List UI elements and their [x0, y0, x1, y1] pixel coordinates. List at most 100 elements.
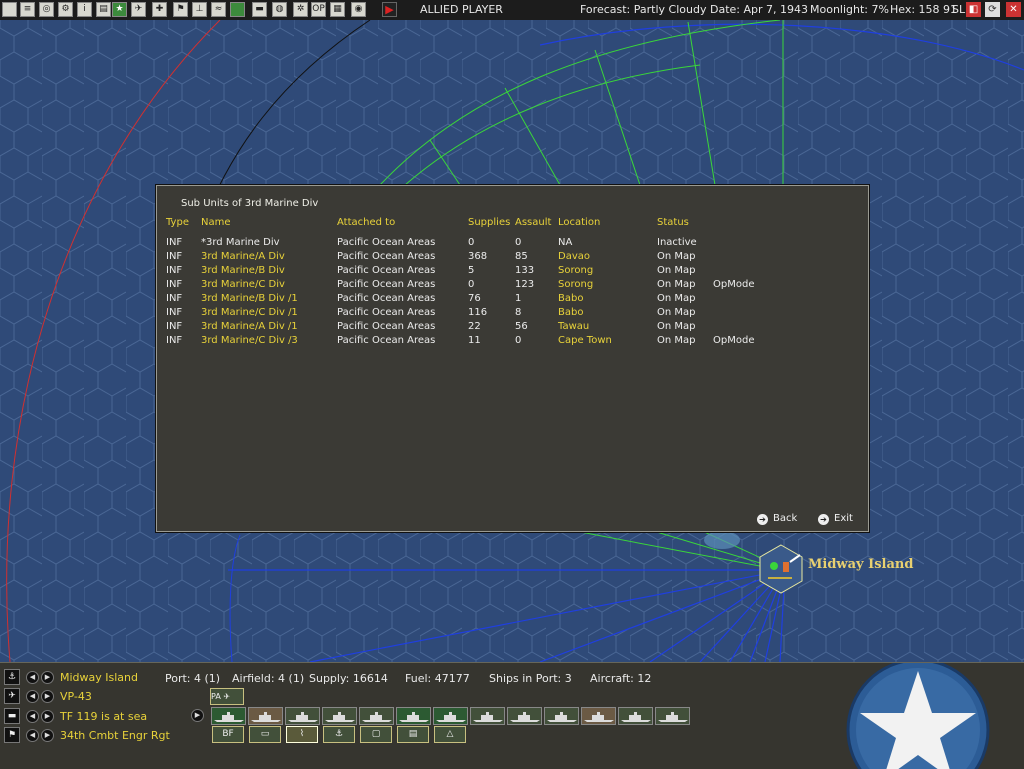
ship-icon[interactable] [581, 707, 616, 725]
list-icon[interactable]: ≡ [20, 2, 35, 17]
formation-button-4[interactable]: ⚓ [323, 726, 355, 743]
cell-name[interactable]: 3rd Marine/A Div [201, 251, 285, 262]
ship-icon[interactable] [470, 707, 505, 725]
cell-location[interactable]: NA [558, 237, 572, 248]
cog-icon[interactable]: ✲ [293, 2, 308, 17]
task-force-name[interactable]: TF 119 is at sea [60, 710, 147, 723]
ship-icon[interactable] [285, 707, 320, 725]
formation-button-3[interactable]: ⌇ [286, 726, 318, 743]
cell-supplies: 11 [468, 335, 481, 346]
cell-location[interactable]: Babo [558, 293, 583, 304]
exit-label: Exit [834, 513, 853, 524]
next-air-icon[interactable]: ▶ [41, 690, 54, 703]
tf-play-icon[interactable]: ▶ [191, 709, 204, 722]
cell-location[interactable]: Cape Town [558, 335, 612, 346]
cell-assault: 56 [515, 321, 528, 332]
air-icon[interactable]: ⊥ [192, 2, 207, 17]
info-box-icon[interactable]: ▤ [96, 2, 111, 17]
cell-location[interactable]: Sorong [558, 279, 593, 290]
next-base-icon[interactable]: ▶ [41, 671, 54, 684]
ship-icon[interactable] [322, 707, 357, 725]
cell-name[interactable]: 3rd Marine/B Div /1 [201, 293, 298, 304]
cell-type: INF [166, 279, 183, 290]
ship-small-icon[interactable]: ▬ [252, 2, 267, 17]
bottom-panel: ⚓ ◀ ▶ Midway Island Port: 4 (1) Airfield… [0, 662, 1024, 769]
play-icon[interactable]: ▶ [382, 2, 397, 17]
square-icon[interactable] [2, 2, 17, 17]
cell-location[interactable]: Babo [558, 307, 583, 318]
cell-type: INF [166, 321, 183, 332]
prev-tf-icon[interactable]: ◀ [26, 710, 39, 723]
group-icon[interactable]: ◎ [39, 2, 54, 17]
dagger-icon[interactable]: ✚ [152, 2, 167, 17]
back-button[interactable]: ➔ Back [757, 513, 797, 525]
ship-icon[interactable] [211, 707, 246, 725]
cell-location[interactable]: Sorong [558, 265, 593, 276]
ship-icon[interactable]: ≈ [211, 2, 226, 17]
ship-icon[interactable] [507, 707, 542, 725]
prev-land-icon[interactable]: ◀ [26, 729, 39, 742]
photo-icon[interactable]: ◉ [351, 2, 366, 17]
air-unit-button[interactable]: PA ✈ [210, 688, 244, 705]
ship-icon[interactable] [618, 707, 653, 725]
ship-icon[interactable] [396, 707, 431, 725]
cell-status: On Map [657, 279, 696, 290]
dialog-title: Sub Units of 3rd Marine Div [181, 198, 319, 209]
cell-location[interactable]: Tawau [558, 321, 589, 332]
back-arrow-icon: ➔ [757, 514, 768, 525]
info-icon[interactable]: i [77, 2, 92, 17]
ship-row-icon[interactable]: ▬ [4, 708, 20, 724]
cell-name[interactable]: 3rd Marine/A Div /1 [201, 321, 298, 332]
cell-supplies: 0 [468, 279, 475, 290]
formation-button-5[interactable]: ▢ [360, 726, 392, 743]
cell-type: INF [166, 335, 183, 346]
cell-name[interactable]: 3rd Marine/B Div [201, 265, 285, 276]
land-unit-name[interactable]: 34th Cmbt Engr Rgt [60, 729, 170, 742]
cell-name[interactable]: 3rd Marine/C Div /3 [201, 335, 298, 346]
ship-icon[interactable] [655, 707, 690, 725]
formation-button-bf[interactable]: BF [212, 726, 244, 743]
next-tf-icon[interactable]: ▶ [41, 710, 54, 723]
close-icon[interactable]: ✕ [1006, 2, 1021, 17]
cell-name[interactable]: 3rd Marine/C Div /1 [201, 307, 298, 318]
cell-type: INF [166, 265, 183, 276]
header-attached: Attached to [337, 217, 396, 228]
anchor-icon[interactable]: ⚓ [4, 669, 20, 685]
next-land-icon[interactable]: ▶ [41, 729, 54, 742]
flag-icon[interactable]: ⚑ [173, 2, 188, 17]
report-icon[interactable]: ▦ [330, 2, 345, 17]
ship-icon[interactable] [359, 707, 394, 725]
ship-icon[interactable] [248, 707, 283, 725]
cell-assault: 0 [515, 335, 522, 346]
fuel-info: Fuel: 47177 [405, 672, 470, 685]
menu-icon[interactable]: ◧ [966, 2, 981, 17]
base-name[interactable]: Midway Island [60, 671, 138, 684]
cell-type: INF [166, 293, 183, 304]
wrench-icon[interactable]: ⚙ [58, 2, 73, 17]
formation-button-6[interactable]: ▤ [397, 726, 429, 743]
map-icon[interactable] [230, 2, 245, 17]
prev-air-icon[interactable]: ◀ [26, 690, 39, 703]
ship-icon[interactable] [544, 707, 579, 725]
op-icon[interactable]: OP [311, 2, 326, 17]
star-icon[interactable]: ★ [112, 2, 127, 17]
air-unit-name[interactable]: VP-43 [60, 690, 92, 703]
sub-units-dialog: Sub Units of 3rd Marine Div Type Name At… [156, 185, 869, 532]
exit-button[interactable]: ➔ Exit [818, 513, 853, 525]
flag-row-icon[interactable]: ⚑ [4, 727, 20, 743]
prev-base-icon[interactable]: ◀ [26, 671, 39, 684]
ship-icon[interactable] [433, 707, 468, 725]
cell-name[interactable]: *3rd Marine Div [201, 237, 280, 248]
cell-supplies: 76 [468, 293, 481, 304]
plane-row-icon[interactable]: ✈ [4, 688, 20, 704]
help-icon[interactable]: ⟳ [985, 2, 1000, 17]
cell-supplies: 5 [468, 265, 475, 276]
globe-icon[interactable]: ◍ [272, 2, 287, 17]
cell-name[interactable]: 3rd Marine/C Div [201, 279, 285, 290]
plane-icon[interactable]: ✈ [131, 2, 146, 17]
header-name: Name [201, 217, 231, 228]
formation-button-2[interactable]: ▭ [249, 726, 281, 743]
cell-location[interactable]: Davao [558, 251, 590, 262]
formation-button-7[interactable]: △ [434, 726, 466, 743]
cell-assault: 0 [515, 237, 522, 248]
